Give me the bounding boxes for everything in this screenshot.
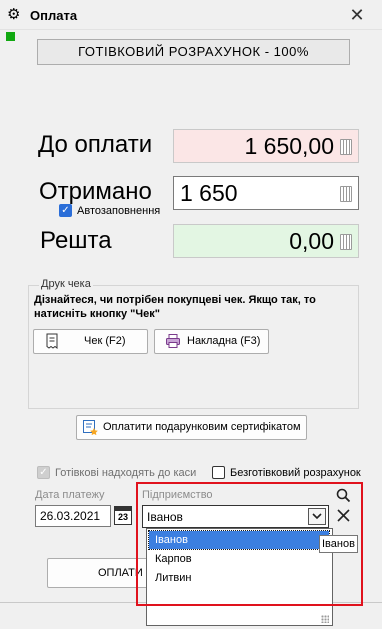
calculator-icon [340, 234, 352, 250]
receipt-print-title: Друк чека [39, 278, 93, 290]
calculator-icon[interactable] [340, 186, 352, 202]
autofill-checkbox[interactable]: ✓ [59, 204, 72, 217]
gift-certificate-button[interactable]: Оплатити подарунковим сертифікатом [76, 415, 307, 440]
received-input[interactable]: 1 650 [173, 176, 359, 210]
highlight-frame [136, 482, 363, 606]
calendar-day: 23 [117, 512, 128, 522]
autofill-label: Автозаповнення [77, 205, 161, 217]
invoice-button[interactable]: Накладна (F3) [154, 329, 269, 354]
payment-date-label: Дата платежу [35, 489, 105, 501]
receipt-button[interactable]: Чек (F2) [33, 329, 148, 354]
change-value: 0,00 [289, 228, 334, 254]
window-title: Оплата [30, 8, 78, 23]
calculator-icon [340, 139, 352, 155]
gear-icon: ⚙ [7, 6, 21, 23]
printer-icon [166, 334, 180, 348]
calendar-icon[interactable]: 23 [114, 506, 132, 525]
certificate-icon [83, 420, 98, 435]
cash-to-register-label: Готівкові надходять до каси [55, 467, 197, 479]
cashless-checkbox[interactable] [212, 466, 225, 479]
receipt-button-label: Чек (F2) [84, 335, 126, 347]
cashless-label: Безготівковий розрахунок [230, 467, 361, 479]
change-label: Решта [40, 227, 112, 254]
gift-certificate-label: Оплатити подарунковим сертифікатом [103, 421, 301, 433]
to-pay-label: До оплати [38, 131, 153, 158]
status-indicator [6, 32, 15, 41]
invoice-button-label: Накладна (F3) [187, 335, 261, 347]
received-label: Отримано [39, 178, 152, 205]
change-field: 0,00 [173, 224, 359, 258]
receipt-hint: Дізнайтеся, чи потрібен покупцеві чек. Я… [34, 294, 316, 320]
payment-mode-button[interactable]: ГОТІВКОВИЙ РОЗРАХУНОК - 100% [37, 39, 350, 65]
receipt-icon [46, 333, 58, 349]
close-button[interactable]: ✕ [346, 4, 368, 26]
payment-date-input[interactable]: 26.03.2021 [35, 505, 111, 527]
to-pay-value: 1 650,00 [244, 133, 334, 159]
to-pay-field: 1 650,00 [173, 129, 359, 163]
resize-grip-icon[interactable] [321, 615, 329, 623]
received-value: 1 650 [180, 180, 238, 206]
cash-to-register-checkbox[interactable]: ✓ [37, 466, 50, 479]
